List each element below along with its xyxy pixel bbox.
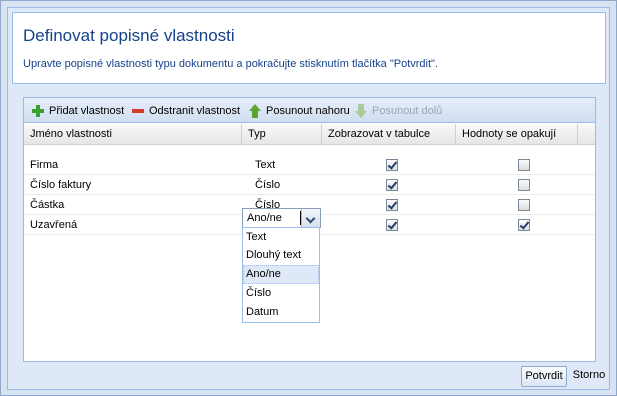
show-in-table-checkbox[interactable]: [386, 199, 398, 211]
dialog-title: Definovat popisné vlastnosti: [23, 26, 235, 45]
show-in-table-checkbox[interactable]: [386, 219, 398, 231]
arrow-down-icon: [354, 103, 368, 118]
cell-name: Částka: [30, 199, 65, 211]
remove-property-label: Odstranit vlastnost: [149, 104, 241, 117]
show-in-table-checkbox[interactable]: [386, 179, 398, 191]
repeating-checkbox[interactable]: [518, 199, 530, 211]
dialog-header: Definovat popisné vlastnosti Upravte pop…: [12, 12, 606, 84]
cell-name: Firma: [30, 159, 59, 171]
table-row[interactable]: Číslo faktury Číslo: [24, 175, 595, 195]
grid-header: Jméno vlastnosti Typ Zobrazovat v tabulc…: [24, 124, 595, 145]
add-property-label: Přidat vlastnost: [49, 104, 125, 117]
type-combobox[interactable]: Ano/ne: [242, 208, 321, 228]
column-header-show-in-table[interactable]: Zobrazovat v tabulce: [322, 124, 456, 145]
chevron-down-icon[interactable]: [301, 209, 320, 227]
column-header-repeating[interactable]: Hodnoty se opakují: [456, 124, 578, 145]
repeating-checkbox[interactable]: [518, 219, 530, 231]
arrow-up-icon: [248, 103, 262, 118]
dialog-window: Definovat popisné vlastnosti Upravte pop…: [0, 0, 617, 396]
confirm-button[interactable]: Potvrdit: [521, 366, 567, 387]
type-combobox-value[interactable]: Ano/ne: [247, 209, 282, 227]
cell-name: Číslo faktury: [30, 179, 92, 191]
plus-icon: [31, 104, 45, 118]
minus-icon: [131, 104, 145, 118]
add-property-button[interactable]: Přidat vlastnost: [31, 103, 124, 118]
grid-toolbar: Přidat vlastnost Odstranit vlastnost Pos…: [24, 98, 595, 123]
dialog-description: Upravte popisné vlastnosti typu dokument…: [23, 58, 439, 70]
column-header-type[interactable]: Typ: [242, 124, 322, 145]
dropdown-option-yes-no[interactable]: Ano/ne: [243, 265, 319, 284]
dropdown-option-date[interactable]: Datum: [243, 303, 319, 322]
cell-type[interactable]: Text: [249, 155, 275, 175]
table-row[interactable]: Firma Text: [24, 155, 595, 175]
remove-property-button[interactable]: Odstranit vlastnost: [131, 103, 240, 118]
repeating-checkbox[interactable]: [518, 159, 530, 171]
move-up-button[interactable]: Posunout nahoru: [248, 103, 350, 118]
repeating-checkbox[interactable]: [518, 179, 530, 191]
type-dropdown-list: Text Dlouhý text Ano/ne Číslo Datum: [242, 227, 320, 323]
show-in-table-checkbox[interactable]: [386, 159, 398, 171]
move-down-label: Posunout dolů: [372, 104, 443, 117]
column-header-name[interactable]: Jméno vlastnosti: [24, 124, 242, 145]
cell-type[interactable]: Číslo: [249, 175, 280, 195]
dropdown-option-number[interactable]: Číslo: [243, 284, 319, 303]
cell-name: Uzavřená: [30, 219, 78, 231]
dropdown-option-long-text[interactable]: Dlouhý text: [243, 246, 319, 265]
cancel-button[interactable]: Storno: [571, 366, 607, 387]
dialog-body: Definovat popisné vlastnosti Upravte pop…: [7, 7, 610, 390]
move-down-button[interactable]: Posunout dolů: [354, 103, 442, 118]
dropdown-option-text[interactable]: Text: [243, 228, 319, 247]
move-up-label: Posunout nahoru: [266, 104, 350, 117]
